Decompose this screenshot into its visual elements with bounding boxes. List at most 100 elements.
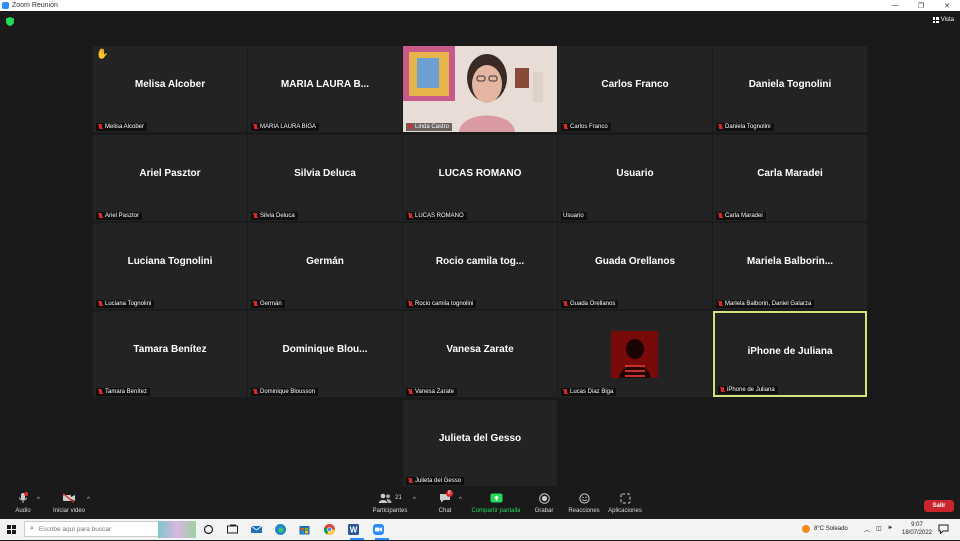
participant-name-label: Carlos Franco [561,123,611,131]
start-video-button[interactable]: Iniciar video [50,491,88,514]
participant-name-label: Germán [251,300,285,308]
store-icon[interactable] [298,523,311,536]
close-icon[interactable]: ✕ [934,2,960,10]
participant-display-name: Luciana Tognolini [127,256,213,267]
word-icon[interactable]: W [347,523,360,536]
participant-tile[interactable]: Ariel Pasztor Ariel Pasztor [93,135,247,221]
windows-start-icon[interactable] [7,525,16,534]
participant-tile[interactable]: Rocio camila tog... Rocio camila tognolin… [403,223,557,309]
muted-microphone-icon [98,389,103,395]
muted-microphone-icon [720,387,725,393]
participant-label-text: Vanesa Zarate [415,389,454,395]
participant-tile[interactable]: Usuario Usuario [558,135,712,221]
participant-label-text: LUCAS ROMANO [415,213,464,219]
leave-button[interactable]: Salir [924,500,954,512]
participant-name-label: LUCAS ROMANO [406,212,467,220]
security-shield-icon[interactable] [6,17,14,26]
clock-time: 9:07 [911,522,923,528]
participant-name-label: Tamara Benítez [96,388,151,396]
participant-tile[interactable]: Mariela Balborin... Mariela Balborin, Dan… [713,223,867,309]
participant-tile[interactable]: Silvia Deluca Silvia Deluca [248,135,402,221]
participant-tile[interactable]: Dominique Blou... Dominique Blousson [248,311,402,397]
participant-label-text: Tamara Benítez [105,389,148,395]
participant-tile[interactable]: Daniela Tognolini Daniela Tognolini [713,46,867,132]
participant-tile[interactable]: Tamara Benítez Tamara Benítez [93,311,247,397]
chat-button[interactable]: 8 Chat [432,490,458,514]
muted-microphone-icon [408,124,413,130]
chrome-icon[interactable] [323,523,336,536]
participant-tile[interactable]: Carlos Franco Carlos Franco [558,46,712,132]
view-button[interactable]: Vista [932,17,954,23]
record-label: Grabar [534,508,554,514]
apps-icon [620,493,630,503]
video-options-caret[interactable]: ^ [87,497,90,503]
participant-label-text: Melisa Alcober [105,124,145,130]
participant-tile[interactable]: Luciana Tognolini Luciana Tognolini [93,223,247,309]
meeting-top-bar [0,11,960,31]
participant-label-text: Rocio camila tognolini [415,301,474,307]
tray-chevron-icon[interactable]: ︿ [864,525,870,534]
participant-display-name: Guada Orellanos [594,256,676,267]
record-icon [538,492,550,504]
volume-icon[interactable]: 🕪 [888,525,892,532]
participant-label-text: Daniela Tognolini [725,124,771,130]
participants-options-caret[interactable]: ^ [413,497,416,503]
start-video-label: Iniciar video [52,508,85,514]
participant-display-name: Carla Maradei [757,168,823,179]
sun-icon [802,525,810,533]
share-screen-icon [490,493,502,503]
clock[interactable]: 9:07 18/07/2022 [900,522,934,537]
audio-button[interactable]: Audio [10,491,36,514]
participant-display-name: Ariel Pasztor [139,168,201,179]
participant-display-name: LUCAS ROMANO [438,168,522,179]
participant-tile[interactable]: LUCAS ROMANO LUCAS ROMANO [403,135,557,221]
grid-view-icon [932,17,939,23]
chat-options-caret[interactable]: ^ [459,497,462,503]
reactions-button[interactable]: Reacciones [566,491,602,514]
task-view-icon[interactable] [202,523,215,536]
mail-icon[interactable] [250,523,263,536]
participant-name-label: Julieta del Gesso [406,477,465,485]
taskbar-search-input[interactable] [38,525,159,533]
file-explorer-icon[interactable] [226,523,239,536]
participant-name-label: Rocio camila tognolini [406,300,477,308]
participants-button[interactable]: 21 Participantes [368,491,412,514]
record-button[interactable]: Grabar [531,491,557,514]
participant-tile[interactable]: Julieta del Gesso Julieta del Gesso [403,400,557,486]
meeting-toolbar: Audio ^ Iniciar video ^ 21 Participantes… [0,490,960,519]
muted-microphone-icon [253,124,258,130]
participant-tile[interactable]: Vanesa Zarate Vanesa Zarate [403,311,557,397]
participant-tile[interactable]: MARIA LAURA B... MARIA LAURA BIGA [248,46,402,132]
participant-tile[interactable]: Guada Orellanos Guada Orellanos [558,223,712,309]
minimize-icon[interactable]: — [882,2,908,10]
participant-tile[interactable]: Melisa Alcober ✋ Melisa Alcober [93,46,247,132]
network-icon[interactable]: ◫ [876,525,882,532]
participant-label-text: Guada Orellanos [570,301,616,307]
participant-display-name: Tamara Benítez [133,344,207,355]
participant-tile[interactable]: Germán Germán [248,223,402,309]
edge-icon[interactable] [274,523,287,536]
zoom-icon[interactable] [372,523,385,536]
share-screen-button[interactable]: Compartir pantalla [471,491,521,514]
participant-display-name: Usuario [616,168,654,179]
participant-tile[interactable]: iPhone de Juliana iPhone de Juliana [713,311,867,397]
video-off-icon [62,493,75,503]
participant-label-text: Luciana Tognolini [105,301,152,307]
participant-label-text: Dominique Blousson [260,389,316,395]
participant-tile[interactable]: Carla Maradei Carla Maradei [713,135,867,221]
weather-widget[interactable]: 8°C Soleado [802,525,848,533]
restore-icon[interactable]: ❐ [908,2,934,10]
participant-tile[interactable]: Linda Castro [403,46,557,132]
participant-display-name: Melisa Alcober [134,79,206,90]
participant-display-name: Carlos Franco [601,79,669,90]
search-highlight-image [158,521,196,538]
muted-microphone-icon [253,301,258,307]
apps-button[interactable]: Aplicaciones [606,491,644,514]
participant-name-label: Guada Orellanos [561,300,619,308]
participant-label-text: Ariel Pasztor [105,213,140,219]
audio-options-caret[interactable]: ^ [37,497,40,503]
notifications-icon[interactable] [938,524,949,536]
participant-display-name: Daniela Tognolini [748,79,832,90]
participant-tile[interactable]: Lucas Diaz Biga [558,311,712,397]
participant-name-label: Linda Castro [406,123,453,131]
